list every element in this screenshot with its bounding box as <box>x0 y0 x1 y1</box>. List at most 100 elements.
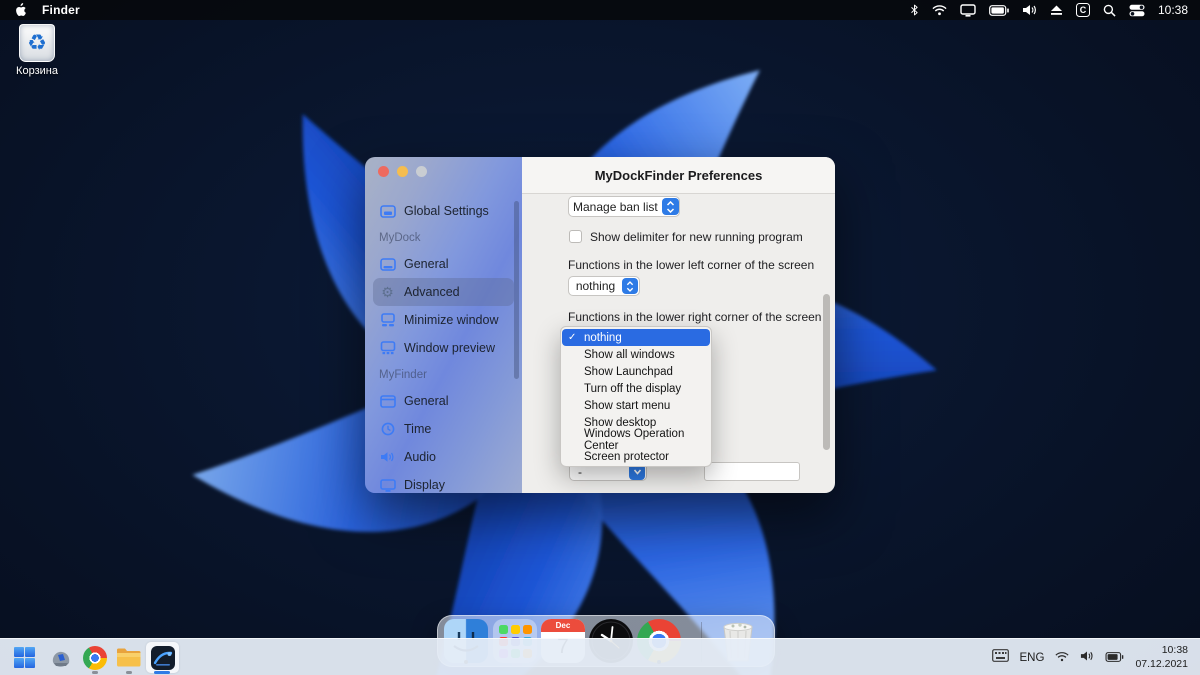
bluetooth-icon[interactable] <box>910 0 919 20</box>
apple-menu-icon[interactable] <box>14 0 26 20</box>
taskbar-explorer-icon[interactable] <box>116 645 141 670</box>
sidebar-item-label: Advanced <box>404 285 460 299</box>
menu-option-label: Turn off the display <box>584 382 682 395</box>
sidebar-scrollbar[interactable] <box>514 201 519 379</box>
wifi-icon[interactable] <box>932 0 947 20</box>
battery-icon[interactable] <box>989 0 1009 20</box>
delay-time-input[interactable] <box>704 462 800 481</box>
menu-option-label: nothing <box>584 331 622 344</box>
language-indicator[interactable]: ENG <box>1020 652 1045 664</box>
menu-option-label: Screen protector <box>584 450 670 463</box>
active-app-name[interactable]: Finder <box>42 3 80 17</box>
show-delimiter-label: Show delimiter for new running program <box>590 230 803 244</box>
lower-left-functions-label: Functions in the lower left corner of th… <box>568 258 815 272</box>
sidebar-item-label: General <box>404 394 449 408</box>
menu-bar: Finder C 10:38 <box>0 0 1200 20</box>
menu-option-nothing[interactable]: ✓ nothing <box>562 329 710 346</box>
calendar-month: Dec <box>541 619 585 632</box>
c-app-icon[interactable]: C <box>1075 3 1090 17</box>
dock-panel-icon <box>379 257 396 271</box>
lower-left-functions-select[interactable]: nothing <box>568 276 640 296</box>
menu-option-show-launchpad[interactable]: Show Launchpad <box>562 363 710 380</box>
sidebar: Global Settings MyDock General ⚙ Advance… <box>365 157 522 493</box>
menu-option-turn-off-display[interactable]: Turn off the display <box>562 380 710 397</box>
finder-panel-icon <box>379 394 396 408</box>
taskbar-time: 10:38 <box>1161 643 1188 656</box>
menu-option-label: Show start menu <box>584 399 671 412</box>
sidebar-item-label: Time <box>404 422 432 436</box>
manage-ban-list-select[interactable]: Manage ban list <box>568 196 680 217</box>
manage-ban-list-value: Manage ban list <box>573 199 658 214</box>
menu-option-show-all-windows[interactable]: Show all windows <box>562 346 710 363</box>
sidebar-item-label: Audio <box>404 450 436 464</box>
menu-option-show-start-menu[interactable]: Show start menu <box>562 397 710 414</box>
sidebar-item-window-preview[interactable]: Window preview <box>365 334 522 362</box>
traffic-lights <box>378 166 427 177</box>
menu-option-label: Show Launchpad <box>584 365 673 378</box>
menu-option-screen-protector[interactable]: Screen protector <box>562 448 710 465</box>
windows-taskbar: ENG 10:38 07.12.2021 <box>0 638 1200 675</box>
minimize-window-icon <box>379 313 396 327</box>
sidebar-section-myfinder: MyFinder <box>379 368 427 381</box>
sidebar-item-label: Window preview <box>404 341 496 355</box>
close-button[interactable] <box>378 166 389 177</box>
sidebar-section-mydock: MyDock <box>379 231 421 244</box>
window-preview-icon <box>379 341 396 355</box>
sidebar-item-display[interactable]: Display <box>365 471 522 493</box>
sidebar-item-minimize-window[interactable]: Minimize window <box>365 306 522 334</box>
touch-keyboard-icon[interactable] <box>991 648 1009 667</box>
taskbar-wifi-icon[interactable] <box>1055 649 1069 667</box>
sidebar-item-myfinder-general[interactable]: General <box>365 387 522 415</box>
recycle-glyph: ♻ <box>27 30 47 55</box>
taskbar-mydockfinder-icon[interactable] <box>150 645 175 670</box>
gear-icon: ⚙ <box>381 284 394 300</box>
sidebar-item-audio[interactable]: Audio <box>365 443 522 471</box>
lower-left-functions-value: nothing <box>575 279 616 293</box>
active-app-indicator <box>154 671 170 674</box>
taskbar-clock[interactable]: 10:38 07.12.2021 <box>1135 644 1188 671</box>
search-icon[interactable] <box>1103 0 1116 20</box>
sidebar-item-global-settings[interactable]: Global Settings <box>365 197 522 225</box>
window-title: MyDockFinder Preferences <box>594 167 763 183</box>
show-delimiter-checkbox[interactable] <box>569 230 582 243</box>
volume-icon[interactable] <box>1022 0 1037 20</box>
preferences-main-pane: MyDockFinder Preferences Manage ban list… <box>522 157 835 493</box>
content-scrollbar[interactable] <box>823 294 830 450</box>
sidebar-item-label: Display <box>404 478 445 492</box>
eject-icon[interactable] <box>1050 0 1063 20</box>
check-icon: ✓ <box>568 332 577 343</box>
recycle-bin-desktop-icon[interactable]: ♻ Корзина <box>6 24 68 77</box>
display-icon[interactable] <box>960 0 976 20</box>
sidebar-list: Global Settings MyDock General ⚙ Advance… <box>365 197 522 493</box>
taskbar-date: 07.12.2021 <box>1135 657 1188 670</box>
updown-chevrons-icon[interactable] <box>661 198 679 215</box>
menu-option-windows-operation-center[interactable]: Windows Operation Center <box>562 428 710 452</box>
sidebar-item-time[interactable]: Time <box>365 415 522 443</box>
updown-chevrons-icon[interactable] <box>622 278 638 294</box>
taskbar-3d-app-icon[interactable] <box>48 645 73 670</box>
window-title-bar[interactable]: MyDockFinder Preferences <box>522 157 835 194</box>
speaker-icon <box>379 450 396 464</box>
start-button[interactable] <box>12 645 37 670</box>
functions-dropdown-menu: ✓ nothing Show all windows Show Launchpa… <box>560 326 712 467</box>
sidebar-item-label: Minimize window <box>404 313 499 327</box>
sidebar-item-advanced-selected[interactable]: ⚙ Advanced <box>373 278 514 306</box>
taskbar-chrome-icon[interactable] <box>82 645 107 670</box>
recycle-bin-label: Корзина <box>16 65 58 77</box>
control-center-icon[interactable] <box>1129 0 1145 20</box>
display-panel-icon <box>379 478 396 492</box>
menu-option-label: Show all windows <box>584 348 675 361</box>
lower-right-functions-label: Functions in the lower right corner of t… <box>568 310 822 324</box>
settings-panel-icon <box>379 204 396 218</box>
menu-bar-clock[interactable]: 10:38 <box>1158 3 1188 17</box>
preferences-content: Manage ban list Show delimiter for new r… <box>522 195 835 493</box>
taskbar-volume-icon[interactable] <box>1080 649 1094 667</box>
taskbar-battery-icon[interactable] <box>1105 649 1124 667</box>
sidebar-item-mydock-general[interactable]: General <box>365 250 522 278</box>
clock-icon <box>379 422 396 436</box>
sidebar-item-label: Global Settings <box>404 204 489 218</box>
recycle-bin-icon: ♻ <box>19 24 55 62</box>
chrome-running-indicator <box>92 671 98 674</box>
minimize-button[interactable] <box>397 166 408 177</box>
zoom-button-disabled <box>416 166 427 177</box>
